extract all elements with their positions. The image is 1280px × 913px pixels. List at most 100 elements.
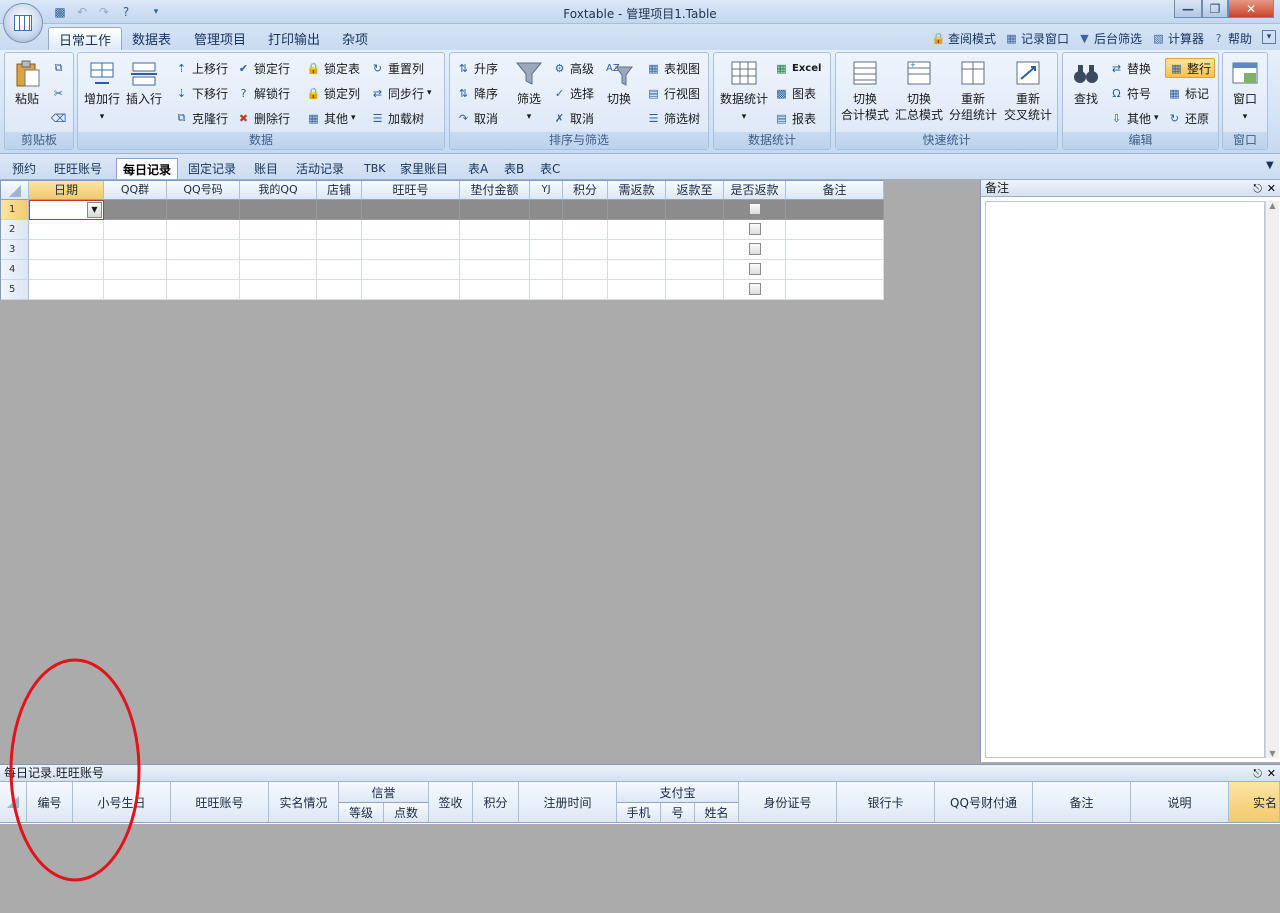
grid-cell[interactable] — [240, 260, 317, 280]
cut-button[interactable]: ✂ — [51, 84, 66, 102]
refund-checkbox[interactable] — [749, 283, 761, 295]
grid-cell[interactable] — [460, 240, 530, 260]
grid-cell[interactable] — [167, 280, 240, 300]
column-header[interactable]: QQ号码 — [167, 181, 240, 200]
grid-cell[interactable] — [317, 260, 362, 280]
grid-cell[interactable] — [666, 220, 724, 240]
grid-cell[interactable] — [786, 220, 884, 240]
filter-button[interactable]: 筛选 ▾ — [510, 59, 548, 125]
sheet-tab[interactable]: 表B — [498, 158, 530, 179]
insert-row-button[interactable]: 插入行 — [124, 59, 164, 107]
sheet-tab[interactable]: 固定记录 — [182, 158, 242, 179]
row-view-button[interactable]: ▤ 行视图 — [646, 84, 700, 102]
sheet-tab[interactable]: 家里账目 — [394, 158, 454, 179]
grid-cell[interactable] — [460, 260, 530, 280]
ribbon-tab-datatable[interactable]: 数据表 — [122, 27, 181, 50]
grid-cell[interactable] — [530, 220, 563, 240]
ribbon-tab-misc[interactable]: 杂项 — [332, 27, 378, 50]
cancel-filter-button[interactable]: ✗ 取消 — [552, 109, 594, 127]
minimize-button[interactable]: — — [1174, 0, 1202, 18]
grid-cell[interactable] — [608, 200, 666, 220]
column-header[interactable]: 积分 — [563, 181, 608, 200]
grid-cell[interactable] — [563, 280, 608, 300]
row-header[interactable]: 5 — [1, 280, 29, 300]
grid-cell[interactable] — [362, 280, 460, 300]
grid-cell[interactable] — [563, 220, 608, 240]
column-header[interactable]: 备注 — [786, 181, 884, 200]
ribbon-tab-print[interactable]: 打印输出 — [258, 27, 330, 50]
column-header[interactable]: QQ号财付通 — [935, 782, 1033, 823]
sync-row-button[interactable]: ⇄ 同步行 ▾ — [370, 84, 432, 102]
switch-filter-button[interactable]: AZ 切换 — [600, 59, 638, 107]
maximize-button[interactable]: ❐ — [1202, 0, 1228, 18]
symbol-button[interactable]: Ω 符号 — [1109, 84, 1151, 102]
clone-row-button[interactable]: ⧉ 克隆行 — [174, 109, 228, 127]
switch-summary-mode-button[interactable]: + 切换 汇总模式 — [892, 59, 946, 123]
grid-cell[interactable] — [724, 240, 786, 260]
column-header[interactable]: 银行卡 — [837, 782, 935, 823]
grid-cell[interactable] — [563, 240, 608, 260]
close-button[interactable]: ✕ — [1228, 0, 1274, 18]
ribbon-tab-project[interactable]: 管理项目 — [184, 27, 256, 50]
grid-cell[interactable] — [362, 260, 460, 280]
column-header[interactable]: 旺旺账号 — [171, 782, 269, 823]
cancel-sort-button[interactable]: ↷ 取消 — [456, 109, 498, 127]
pin-icon[interactable]: ⎋ — [1253, 766, 1262, 782]
grid-cell[interactable] — [167, 200, 240, 220]
active-date-cell[interactable]: ▼ — [29, 200, 104, 220]
lock-col-button[interactable]: 🔒 锁定列 — [306, 84, 360, 102]
grid-cell[interactable] — [29, 220, 104, 240]
column-header[interactable]: 我的QQ — [240, 181, 317, 200]
recross-stats-button[interactable]: 重新 交叉统计 — [1000, 59, 1056, 123]
grid-cell[interactable] — [608, 280, 666, 300]
grid-cell[interactable] — [240, 240, 317, 260]
add-row-button[interactable]: 增加行 ▾ — [82, 59, 122, 125]
sheet-tab[interactable]: 表A — [462, 158, 494, 179]
pin-icon[interactable]: ⎋ — [1253, 181, 1262, 197]
paste-button[interactable]: 粘贴 — [9, 59, 45, 107]
ribbon-tab-daily[interactable]: 日常工作 — [48, 27, 123, 50]
sheet-tab[interactable]: 活动记录 — [290, 158, 350, 179]
notes-textarea[interactable] — [985, 201, 1265, 758]
close-icon[interactable]: ✕ — [1267, 181, 1276, 197]
grid-cell[interactable] — [666, 240, 724, 260]
lock-row-button[interactable]: ✔ 锁定行 — [236, 59, 290, 77]
sheet-tab[interactable]: TBK — [358, 158, 391, 179]
column-header[interactable]: 返款至 — [666, 181, 724, 200]
grid-cell[interactable] — [786, 260, 884, 280]
grid-cell[interactable] — [240, 280, 317, 300]
sheet-tab[interactable]: 表C — [534, 158, 566, 179]
grid-cell[interactable] — [530, 200, 563, 220]
column-header[interactable]: 店铺 — [317, 181, 362, 200]
data-stats-button[interactable]: 数据统计 ▾ — [718, 59, 770, 125]
quick-link-view-mode[interactable]: 🔒 查阅模式 — [932, 30, 996, 47]
lock-table-button[interactable]: 🔒 锁定表 — [306, 59, 360, 77]
sheet-tab[interactable]: 账目 — [248, 158, 284, 179]
move-down-button[interactable]: ⇣ 下移行 — [174, 84, 228, 102]
grid-cell[interactable] — [317, 280, 362, 300]
advanced-filter-button[interactable]: ⚙ 高级 — [552, 59, 594, 77]
grid-cell[interactable] — [608, 260, 666, 280]
column-header[interactable]: 说明 — [1131, 782, 1229, 823]
sheet-tab-active[interactable]: 每日记录 — [116, 158, 179, 179]
other-edit-button[interactable]: ⇩ 其他 ▾ — [1109, 109, 1159, 127]
column-header[interactable]: 签收 — [429, 782, 473, 823]
row-header[interactable]: 2 — [1, 220, 29, 240]
row-header[interactable]: 3 — [1, 240, 29, 260]
find-button[interactable]: 查找 — [1067, 59, 1105, 107]
quick-link-record-window[interactable]: ▦ 记录窗口 — [1005, 30, 1069, 47]
grid-cell[interactable] — [167, 240, 240, 260]
dropdown-arrow-icon[interactable]: ▼ — [87, 202, 102, 218]
refund-checkbox[interactable] — [749, 263, 761, 275]
grid-cell[interactable] — [608, 220, 666, 240]
excel-button[interactable]: ▦ Excel — [774, 59, 821, 77]
report-button[interactable]: ▤ 报表 — [774, 109, 816, 127]
regroup-stats-button[interactable]: 重新 分组统计 — [946, 59, 1000, 123]
ribbon-help-icon[interactable]: ▾ — [1262, 30, 1276, 44]
column-header[interactable]: 等级 — [339, 803, 384, 823]
column-header[interactable]: 垫付金额 — [460, 181, 530, 200]
load-tree-button[interactable]: ☰ 加载树 — [370, 109, 424, 127]
restore-button[interactable]: ↻ 还原 — [1167, 109, 1209, 127]
unlock-row-button[interactable]: ? 解锁行 — [236, 84, 290, 102]
grid-cell[interactable] — [104, 240, 167, 260]
